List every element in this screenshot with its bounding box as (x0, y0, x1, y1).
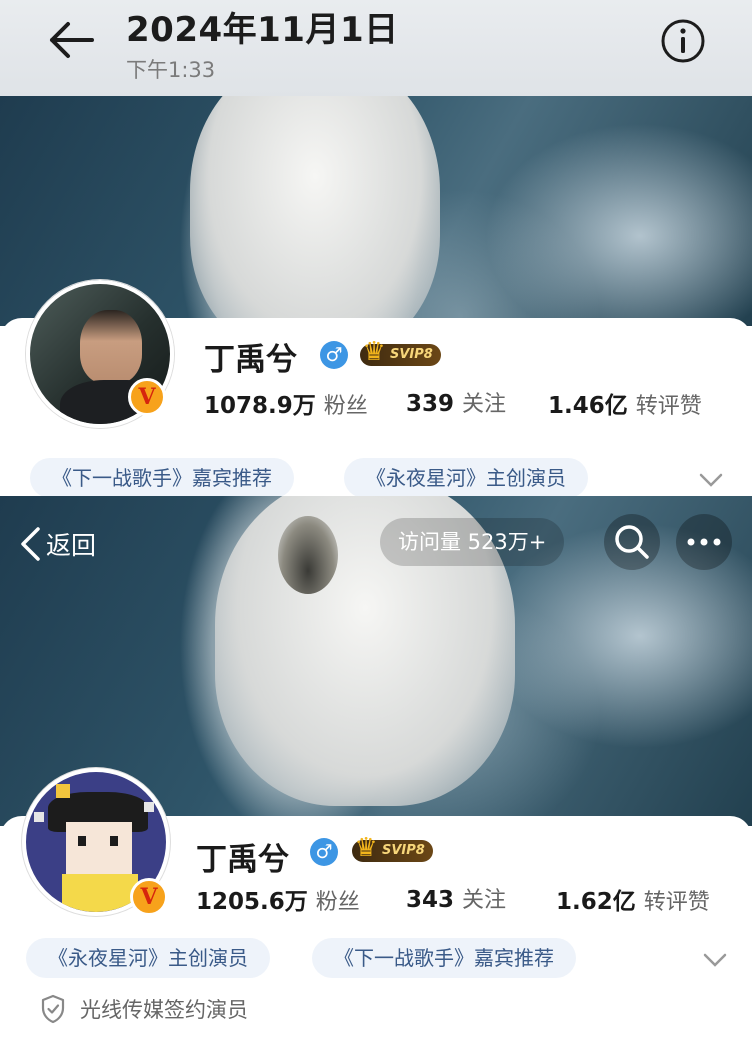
profile-name: 丁禹兮 (204, 342, 297, 378)
profile-name: 丁禹兮 (196, 842, 289, 878)
male-icon: ♂ (310, 838, 338, 866)
tag-chip[interactable]: 《下一战歌手》嘉宾推荐 (30, 458, 294, 498)
likes-label: 转评赞 (635, 394, 702, 419)
following-count: 339 (406, 391, 455, 417)
certification-row: 光线传媒签约演员 (40, 994, 248, 1024)
certification-text: 光线传媒签约演员 (80, 998, 248, 1022)
svip-label: SVIP8 (390, 347, 433, 362)
svip-badge[interactable]: ♛ SVIP8 (352, 833, 433, 863)
bear-head (278, 516, 338, 594)
verified-badge: V (130, 878, 168, 916)
following-stat[interactable]: 339 关注 (406, 386, 506, 418)
fans-label: 粉丝 (315, 890, 360, 915)
search-button[interactable] (604, 514, 660, 570)
polar-bear-image (190, 96, 440, 326)
chevron-down-icon[interactable] (702, 952, 728, 968)
likes-stat[interactable]: 1.46亿 转评赞 (548, 386, 702, 420)
profile-screenshot-old: V 丁禹兮 ♂ ♛ SVIP8 1078.9万 粉丝 339 关注 1.46亿 转评赞… (0, 96, 752, 498)
fans-count: 1205.6万 (196, 889, 308, 915)
search-icon (615, 525, 649, 559)
back-label: 返回 (46, 531, 97, 560)
svip-badge[interactable]: ♛ SVIP8 (360, 337, 441, 367)
more-button[interactable] (676, 514, 732, 570)
shield-icon (41, 994, 65, 1024)
viewer-date: 2024年11月1日 (126, 10, 399, 50)
likes-label: 转评赞 (643, 890, 710, 915)
verified-badge: V (128, 378, 166, 416)
following-label: 关注 (462, 392, 507, 417)
fans-stat[interactable]: 1205.6万 粉丝 (196, 882, 360, 916)
viewer-time: 下午1:33 (126, 58, 216, 82)
following-label: 关注 (462, 888, 507, 913)
arrow-left-icon[interactable] (44, 18, 96, 62)
crown-icon: ♛ (354, 833, 378, 863)
info-circle-icon[interactable] (660, 18, 706, 64)
likes-count: 1.46亿 (548, 393, 628, 419)
fans-stat[interactable]: 1078.9万 粉丝 (204, 386, 368, 420)
fans-count: 1078.9万 (204, 393, 316, 419)
image-viewer-header: 2024年11月1日 下午1:33 (0, 0, 752, 96)
chevron-down-icon[interactable] (698, 472, 724, 488)
tag-chip[interactable]: 《永夜星河》主创演员 (344, 458, 588, 498)
tag-chip[interactable]: 《下一战歌手》嘉宾推荐 (312, 938, 576, 978)
back-button[interactable]: 返回 (18, 522, 96, 566)
fans-label: 粉丝 (323, 394, 368, 419)
svip-label: SVIP8 (382, 843, 425, 858)
visit-count: 访问量 523万+ (380, 518, 565, 566)
likes-count: 1.62亿 (556, 889, 636, 915)
likes-stat[interactable]: 1.62亿 转评赞 (556, 882, 710, 916)
following-count: 343 (406, 887, 455, 913)
more-dots-icon (687, 538, 721, 546)
following-stat[interactable]: 343 关注 (406, 882, 506, 914)
tag-chip[interactable]: 《永夜星河》主创演员 (26, 938, 270, 978)
crown-icon: ♛ (362, 337, 386, 367)
male-icon: ♂ (320, 341, 348, 369)
chevron-left-icon (21, 527, 40, 561)
